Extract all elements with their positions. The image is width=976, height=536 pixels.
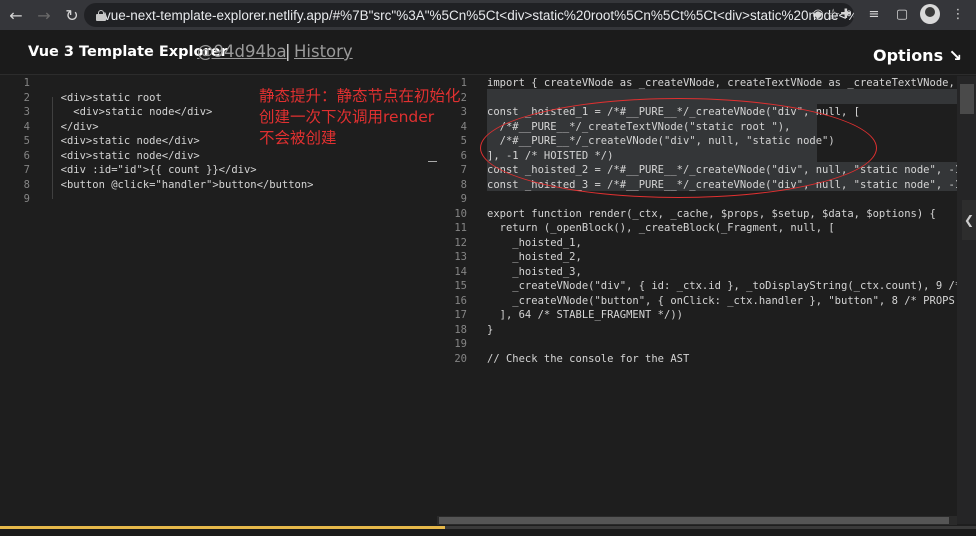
reload-icon[interactable]: ↻: [60, 3, 84, 27]
line-number: 3: [23, 106, 30, 118]
history-link[interactable]: History: [294, 42, 353, 61]
annotation-line: 不会被创建: [259, 129, 337, 147]
options-button[interactable]: Options ↘: [873, 46, 962, 65]
code-line[interactable]: 19: [437, 337, 976, 352]
line-number: 19: [454, 338, 467, 350]
code-text: }: [487, 323, 494, 336]
code-text: _createVNode("button", { onClick: _ctx.h…: [487, 294, 976, 307]
code-text: </div>: [48, 120, 99, 133]
code-text: ], 64 /* STABLE_FRAGMENT */)): [487, 309, 683, 321]
line-number: 4: [23, 120, 30, 133]
more-menu-icon[interactable]: ⋮: [948, 4, 968, 24]
progress-track: [445, 526, 976, 529]
line-number: 15: [454, 280, 467, 292]
code-text: _hoisted_2,: [487, 251, 582, 263]
code-text: import { createVNode as _createVNode, cr…: [487, 77, 976, 89]
avatar[interactable]: [920, 4, 940, 24]
extensions-puzzle-icon[interactable]: ✚: [836, 4, 856, 24]
line-number: 20: [454, 352, 467, 365]
horizontal-scrollbar[interactable]: [437, 516, 957, 525]
code-line[interactable]: 20 // Check the console for the AST: [437, 352, 976, 367]
app-header: Vue 3 Template Explorer @94d94ba | Histo…: [0, 30, 976, 75]
progress-bar: [0, 526, 445, 529]
line-number: 9: [23, 193, 30, 205]
code-text: <div>static node</div>: [48, 135, 200, 147]
annotation-line: 创建一次下次调用render: [259, 108, 435, 126]
address-bar[interactable]: vue-next-template-explorer.netlify.app/#…: [84, 3, 854, 27]
code-line[interactable]: 8 <button @click="handler">button</butto…: [0, 178, 437, 193]
profile-panel-icon[interactable]: ▢: [892, 4, 912, 24]
line-number: 12: [454, 236, 467, 249]
line-number: 1: [23, 77, 30, 89]
annotation-text: 静态提升：静态节点在初始化 创建一次下次调用render 不会被创建: [259, 86, 474, 149]
code-line[interactable]: 7 <div :id="id">{{ count }}</div>: [0, 163, 437, 178]
annotation-line: 静态提升：静态节点在初始化: [259, 87, 461, 105]
code-line[interactable]: 15 _createVNode("div", { id: _ctx.id }, …: [437, 279, 976, 294]
browser-toolbar: ← → ↻ vue-next-template-explorer.netlify…: [0, 0, 976, 30]
line-number: 14: [454, 265, 467, 278]
header-separator: |: [285, 42, 291, 61]
code-line[interactable]: 16 _createVNode("button", { onClick: _ct…: [437, 294, 976, 309]
code-line[interactable]: 11 return (_openBlock(), _createBlock(_F…: [437, 221, 976, 236]
line-number: 10: [454, 207, 467, 220]
extensions-area: ◉ ✚ ≡ ▢ ⋮: [808, 4, 968, 24]
code-text: <div>static root: [48, 91, 162, 104]
line-number: 6: [23, 149, 30, 162]
code-line[interactable]: 18}: [437, 323, 976, 338]
chevron-left-icon[interactable]: ❮: [962, 200, 976, 240]
commit-link[interactable]: @94d94ba: [197, 42, 287, 61]
forward-icon[interactable]: →: [32, 3, 56, 27]
code-line[interactable]: 9: [0, 192, 437, 207]
code-line[interactable]: 12 _hoisted_1,: [437, 236, 976, 251]
line-number: 9: [460, 193, 467, 205]
code-text: <div>static node</div>: [48, 106, 213, 118]
bottom-bar: [0, 526, 976, 536]
line-number: 6: [460, 149, 467, 162]
line-number: 18: [454, 323, 467, 336]
code-text: <button @click="handler">button</button>: [48, 178, 314, 191]
url-text: vue-next-template-explorer.netlify.app/#…: [104, 7, 854, 23]
code-line[interactable]: 17 ], 64 /* STABLE_FRAGMENT */)): [437, 308, 976, 323]
line-number: 8: [460, 178, 467, 191]
vue-devtools-icon[interactable]: ◉: [808, 4, 828, 24]
line-number: 13: [454, 251, 467, 263]
line-number: 17: [454, 309, 467, 321]
code-line[interactable]: 13 _hoisted_2,: [437, 250, 976, 265]
annotation-ellipse: [480, 98, 877, 198]
code-text: <div>static node</div>: [48, 149, 200, 162]
line-number: 5: [23, 135, 30, 147]
code-text: _createVNode("div", { id: _ctx.id }, _to…: [487, 280, 976, 292]
scrollbar-thumb[interactable]: [439, 517, 949, 524]
line-number: 8: [23, 178, 30, 191]
code-text: // Check the console for the AST: [487, 352, 690, 365]
code-text: _hoisted_1,: [487, 236, 582, 249]
reading-list-icon[interactable]: ≡: [864, 4, 884, 24]
code-text: <div :id="id">{{ count }}</div>: [48, 164, 257, 176]
line-number: 7: [460, 164, 467, 176]
scrollbar-thumb[interactable]: [960, 84, 974, 114]
line-number: 7: [23, 164, 30, 176]
code-line[interactable]: 1 import { createVNode as _createVNode, c…: [437, 76, 976, 91]
code-text: return (_openBlock(), _createBlock(_Frag…: [487, 222, 835, 234]
back-icon[interactable]: ←: [4, 3, 28, 27]
code-line[interactable]: 6 <div>static node</div>: [0, 149, 437, 164]
line-number: 2: [23, 91, 30, 104]
editor-cursor: [428, 161, 437, 162]
code-text: _hoisted_3,: [487, 265, 582, 278]
line-number: 11: [454, 222, 467, 234]
code-line[interactable]: 14 _hoisted_3,: [437, 265, 976, 280]
line-number: 16: [454, 294, 467, 307]
code-text: export function render(_ctx, _cache, $pr…: [487, 207, 936, 220]
vertical-scrollbar[interactable]: [957, 76, 976, 524]
code-line[interactable]: 10 export function render(_ctx, _cache, $…: [437, 207, 976, 222]
